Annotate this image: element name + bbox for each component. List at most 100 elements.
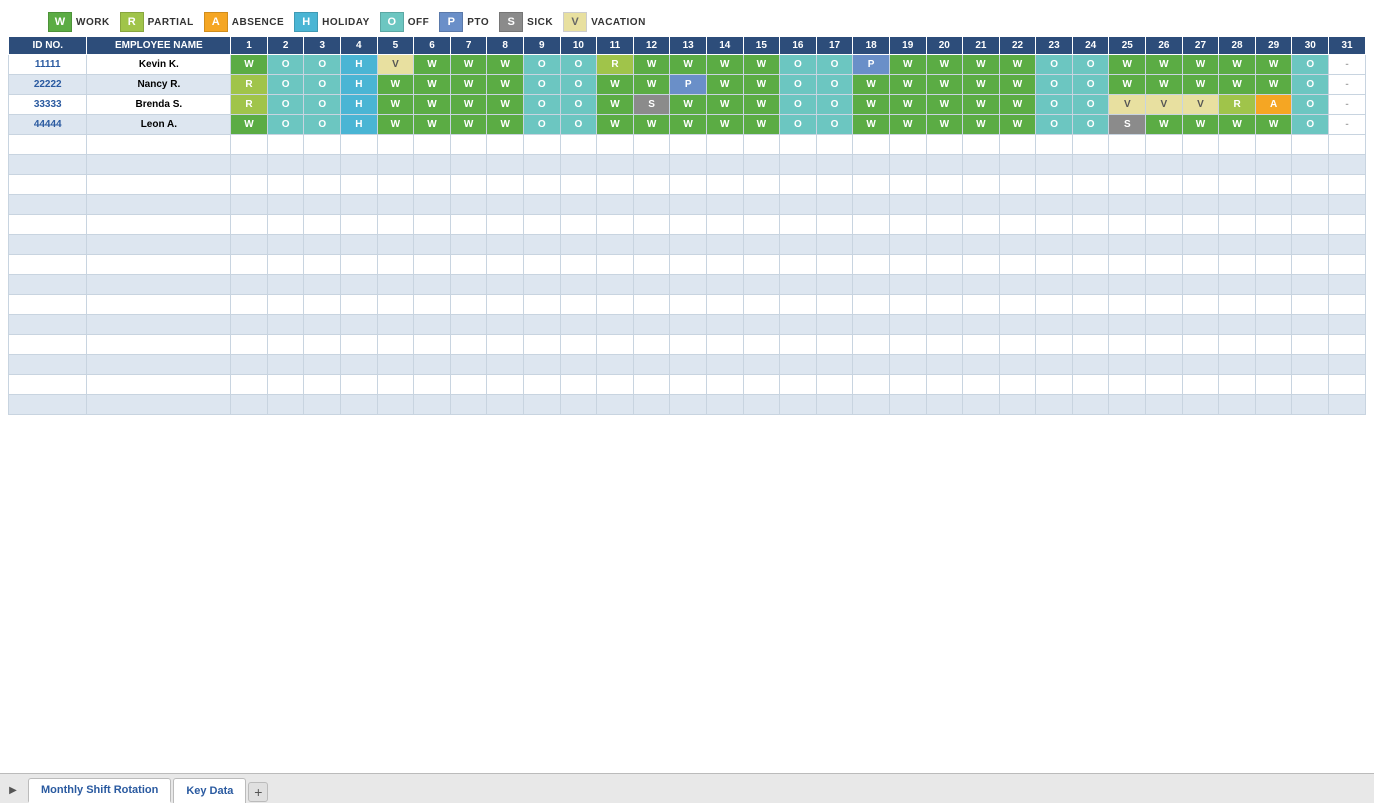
empty-row <box>9 375 1366 395</box>
empty-day-16 <box>780 315 817 335</box>
empty-day-30 <box>1292 155 1329 175</box>
day-cell-5: W <box>377 75 414 95</box>
empty-day-7 <box>450 155 487 175</box>
day-cell-2: O <box>267 95 304 115</box>
col-header-day-22: 22 <box>999 37 1036 55</box>
empty-day-9 <box>523 255 560 275</box>
empty-day-12 <box>633 395 670 415</box>
tab-monthly-shift-rotation[interactable]: Monthly Shift Rotation <box>28 778 171 803</box>
day-cell-8: W <box>487 95 524 115</box>
empty-day-8 <box>487 155 524 175</box>
empty-day-5 <box>377 315 414 335</box>
day-cell-24: O <box>1072 115 1109 135</box>
empty-day-27 <box>1182 175 1219 195</box>
empty-day-6 <box>414 135 451 155</box>
empty-day-20 <box>926 135 963 155</box>
day-cell-2: O <box>267 75 304 95</box>
empty-day-25 <box>1109 135 1146 155</box>
empty-day-19 <box>889 335 926 355</box>
col-header-day-15: 15 <box>743 37 780 55</box>
day-cell-23: O <box>1036 75 1073 95</box>
empty-day-2 <box>267 195 304 215</box>
empty-id-cell <box>9 355 87 375</box>
table-row: 33333Brenda S.ROOHWWWWOOWSWWWOOWWWWWOOVV… <box>9 95 1366 115</box>
empty-day-22 <box>999 375 1036 395</box>
col-header-day-23: 23 <box>1036 37 1073 55</box>
day-cell-28: W <box>1219 115 1256 135</box>
empty-day-19 <box>889 355 926 375</box>
empty-day-15 <box>743 375 780 395</box>
empty-day-9 <box>523 175 560 195</box>
empty-day-29 <box>1255 335 1292 355</box>
employee-name: Brenda S. <box>87 95 231 115</box>
day-cell-4: H <box>341 95 378 115</box>
empty-day-12 <box>633 235 670 255</box>
empty-day-4 <box>341 195 378 215</box>
empty-day-7 <box>450 295 487 315</box>
empty-day-6 <box>414 295 451 315</box>
day-cell-2: O <box>267 55 304 75</box>
empty-day-9 <box>523 135 560 155</box>
empty-day-23 <box>1036 215 1073 235</box>
empty-day-15 <box>743 295 780 315</box>
empty-day-3 <box>304 355 341 375</box>
empty-day-31 <box>1329 255 1366 275</box>
empty-day-17 <box>816 235 853 255</box>
empty-day-13 <box>670 255 707 275</box>
tab-key-data[interactable]: Key Data <box>173 778 246 803</box>
empty-day-24 <box>1072 155 1109 175</box>
empty-day-3 <box>304 335 341 355</box>
empty-day-18 <box>853 135 890 155</box>
bottom-bar: ▶ Monthly Shift RotationKey Data + <box>0 773 1374 803</box>
empty-row <box>9 295 1366 315</box>
empty-day-14 <box>706 195 743 215</box>
empty-day-11 <box>597 315 634 335</box>
day-cell-21: W <box>963 95 1000 115</box>
empty-day-12 <box>633 355 670 375</box>
empty-day-14 <box>706 395 743 415</box>
col-header-day-17: 17 <box>816 37 853 55</box>
col-header-day-16: 16 <box>780 37 817 55</box>
add-tab-button[interactable]: + <box>248 782 268 802</box>
empty-day-17 <box>816 135 853 155</box>
empty-day-22 <box>999 215 1036 235</box>
empty-day-10 <box>560 395 597 415</box>
empty-day-13 <box>670 375 707 395</box>
empty-day-15 <box>743 315 780 335</box>
col-header-day-12: 12 <box>633 37 670 55</box>
empty-day-16 <box>780 255 817 275</box>
empty-day-11 <box>597 235 634 255</box>
day-cell-13: P <box>670 75 707 95</box>
empty-day-30 <box>1292 235 1329 255</box>
nav-left-arrow[interactable]: ▶ <box>4 778 22 803</box>
table-row: 44444Leon A.WOOHWWWWOOWWWWWOOWWWWWOOSWWW… <box>9 115 1366 135</box>
day-cell-11: R <box>597 55 634 75</box>
day-cell-16: O <box>780 55 817 75</box>
day-cell-27: W <box>1182 115 1219 135</box>
empty-day-7 <box>450 195 487 215</box>
col-header-day-2: 2 <box>267 37 304 55</box>
empty-day-1 <box>231 295 268 315</box>
employee-id: 11111 <box>9 55 87 75</box>
empty-day-16 <box>780 155 817 175</box>
day-cell-12: S <box>633 95 670 115</box>
empty-day-31 <box>1329 375 1366 395</box>
empty-day-13 <box>670 195 707 215</box>
day-cell-25: W <box>1109 75 1146 95</box>
empty-day-2 <box>267 395 304 415</box>
empty-day-2 <box>267 235 304 255</box>
day-cell-20: W <box>926 75 963 95</box>
empty-day-10 <box>560 295 597 315</box>
empty-day-19 <box>889 275 926 295</box>
empty-day-29 <box>1255 375 1292 395</box>
empty-day-14 <box>706 215 743 235</box>
empty-day-25 <box>1109 295 1146 315</box>
empty-id-cell <box>9 275 87 295</box>
empty-day-24 <box>1072 255 1109 275</box>
day-cell-22: W <box>999 115 1036 135</box>
col-header-name: EMPLOYEE NAME <box>87 37 231 55</box>
day-cell-25: V <box>1109 95 1146 115</box>
empty-day-26 <box>1146 395 1183 415</box>
empty-day-12 <box>633 215 670 235</box>
empty-day-12 <box>633 295 670 315</box>
